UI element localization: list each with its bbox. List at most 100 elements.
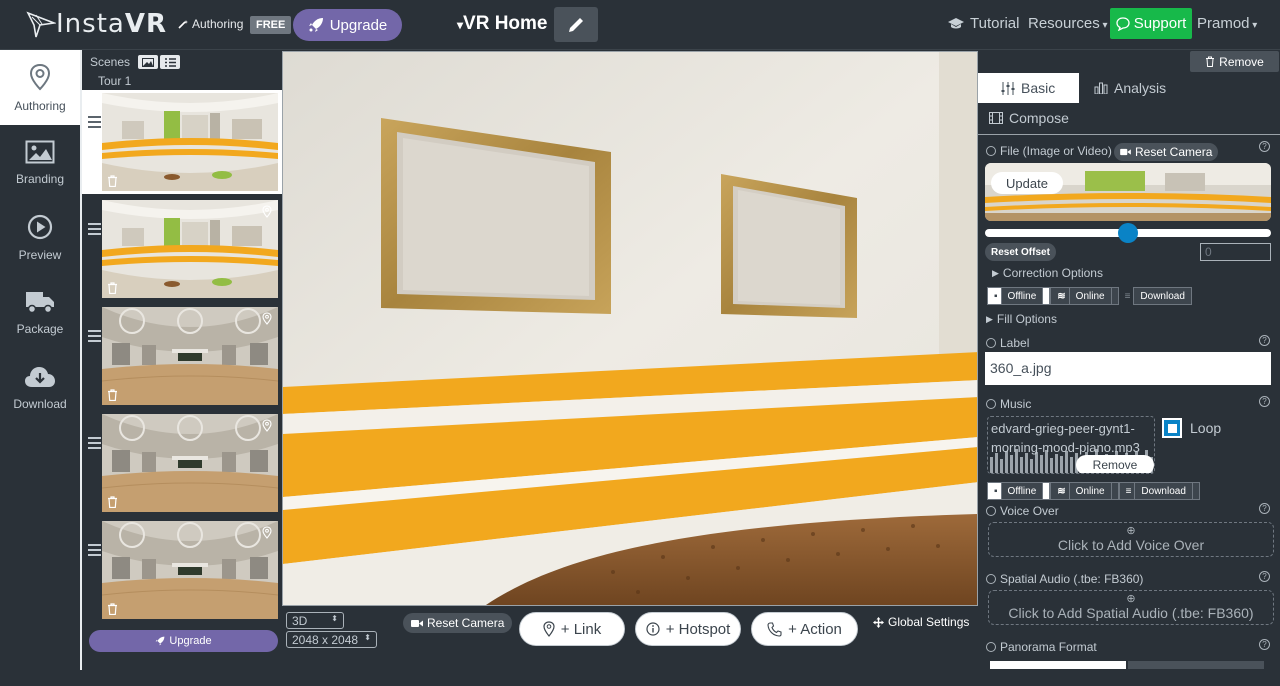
scene-label-input[interactable]: 360_a.jpg bbox=[985, 352, 1271, 385]
panorama-format-option-b[interactable] bbox=[1128, 661, 1264, 669]
fill-options-label: Fill Options bbox=[996, 312, 1057, 326]
tab-compose[interactable]: Compose bbox=[966, 103, 1076, 133]
loop-checkbox[interactable] bbox=[1162, 418, 1182, 438]
trash-icon[interactable] bbox=[107, 389, 118, 401]
drag-handle-icon[interactable] bbox=[88, 544, 101, 559]
spatial-audio-section-label: Spatial Audio (.tbe: FB360) bbox=[986, 572, 1143, 586]
stereo-mode-select[interactable]: 3D ⬍ bbox=[286, 612, 344, 629]
drag-handle-icon[interactable] bbox=[88, 437, 101, 452]
map-pin-icon bbox=[29, 63, 51, 90]
global-settings-button[interactable]: Global Settings bbox=[873, 615, 969, 629]
basic-settings-content: File (Image or Video) Reset Camera ? Upd… bbox=[978, 134, 1280, 686]
drag-handle-icon[interactable] bbox=[88, 330, 101, 345]
trash-icon[interactable] bbox=[107, 175, 118, 187]
nav-package[interactable]: Package bbox=[0, 275, 80, 350]
scenes-header: Scenes bbox=[90, 55, 181, 69]
remove-scene-button[interactable]: Remove bbox=[1190, 51, 1279, 72]
tab-analysis[interactable]: Analysis bbox=[1071, 73, 1181, 103]
add-action-label: + Action bbox=[788, 620, 842, 638]
help-icon[interactable]: ? bbox=[1259, 503, 1270, 514]
scenes-upgrade-button[interactable]: Upgrade bbox=[89, 630, 278, 652]
grid-view-button[interactable] bbox=[138, 55, 159, 69]
download-option-1[interactable]: ≡ Download bbox=[1119, 287, 1198, 305]
project-title-dropdown[interactable]: ▾VR Home bbox=[457, 13, 548, 35]
scene-item[interactable] bbox=[82, 304, 282, 408]
drag-handle-icon[interactable] bbox=[88, 223, 101, 238]
nav-branding[interactable]: Branding bbox=[0, 125, 80, 200]
scene-item[interactable] bbox=[82, 197, 282, 301]
user-menu[interactable]: Pramod ▾ bbox=[1197, 15, 1257, 32]
help-icon[interactable]: ? bbox=[1259, 639, 1270, 650]
check-circle-icon bbox=[986, 642, 996, 652]
panorama-format-option-a[interactable] bbox=[990, 661, 1126, 669]
help-icon[interactable]: ? bbox=[1259, 571, 1270, 582]
add-voice-over-dropzone[interactable]: ⊕ Click to Add Voice Over bbox=[988, 522, 1274, 557]
tutorial-label: Tutorial bbox=[970, 15, 1020, 32]
upgrade-button[interactable]: Upgrade bbox=[293, 9, 402, 41]
music-file-name-line1: edvard-grieg-peer-gynt1- bbox=[991, 421, 1135, 436]
reset-offset-button[interactable]: Reset Offset bbox=[985, 243, 1056, 261]
trash-icon[interactable] bbox=[107, 603, 118, 615]
reset-camera-file-button[interactable]: Reset Camera bbox=[1114, 143, 1219, 161]
panorama-viewport[interactable] bbox=[282, 51, 978, 606]
music-file-box: edvard-grieg-peer-gynt1- morning-mood-pi… bbox=[987, 416, 1155, 474]
scene-thumbnail[interactable] bbox=[102, 414, 278, 512]
update-file-button[interactable]: Update bbox=[991, 172, 1063, 194]
nav-package-label: Package bbox=[16, 321, 64, 336]
upgrade-button-label: Upgrade bbox=[329, 16, 388, 34]
offline-option-2[interactable]: ▪ Offline bbox=[987, 482, 1051, 500]
chat-bubble-icon bbox=[1116, 16, 1130, 31]
scene-item[interactable] bbox=[82, 518, 282, 622]
cube-icon: ▪ bbox=[994, 290, 998, 302]
scenes-title: Scenes bbox=[90, 55, 131, 69]
resolution-select[interactable]: 2048 x 2048 ⬍ bbox=[286, 631, 377, 648]
add-link-button[interactable]: + Link bbox=[519, 612, 625, 646]
online-option-1[interactable]: ≋ Online bbox=[1050, 287, 1119, 305]
graduation-cap-icon bbox=[948, 17, 964, 28]
offset-slider-thumb[interactable] bbox=[1118, 223, 1138, 243]
trash-icon[interactable] bbox=[107, 496, 118, 508]
sliders-icon bbox=[1001, 81, 1015, 95]
scene-thumbnail[interactable] bbox=[102, 200, 278, 298]
offline-label: Offline bbox=[1000, 482, 1044, 500]
tutorial-link[interactable]: Tutorial bbox=[948, 15, 1019, 32]
add-hotspot-button[interactable]: + Hotspot bbox=[635, 612, 741, 646]
offline-option-1[interactable]: ▪ Offline bbox=[987, 287, 1051, 305]
nav-authoring[interactable]: Authoring bbox=[0, 50, 80, 125]
resources-dropdown[interactable]: Resources ▾ bbox=[1028, 15, 1108, 32]
tab-basic[interactable]: Basic bbox=[978, 73, 1079, 103]
add-action-button[interactable]: + Action bbox=[751, 612, 858, 646]
fill-options-toggle[interactable]: ▶ Fill Options bbox=[986, 312, 1057, 326]
nav-preview[interactable]: Preview bbox=[0, 200, 80, 275]
scene-label-value: 360_a.jpg bbox=[990, 360, 1052, 376]
nav-download[interactable]: Download bbox=[0, 350, 80, 425]
scene-thumbnail[interactable] bbox=[102, 307, 278, 405]
scene-thumbnail[interactable] bbox=[102, 521, 278, 619]
help-icon[interactable]: ? bbox=[1259, 141, 1270, 152]
support-button[interactable]: Support bbox=[1110, 8, 1192, 39]
help-icon[interactable]: ? bbox=[1259, 396, 1270, 407]
scene-item[interactable] bbox=[82, 90, 282, 194]
help-icon[interactable]: ? bbox=[1259, 335, 1270, 346]
global-settings-label: Global Settings bbox=[888, 615, 970, 629]
map-pin-icon bbox=[543, 621, 555, 637]
check-circle-icon bbox=[986, 338, 996, 348]
offset-slider[interactable] bbox=[985, 223, 1271, 243]
database-icon: ≡ bbox=[1124, 290, 1131, 302]
add-spatial-audio-dropzone[interactable]: ⊕ Click to Add Spatial Audio (.tbe: FB36… bbox=[988, 590, 1274, 625]
drag-handle-icon[interactable] bbox=[88, 116, 101, 131]
offset-input[interactable]: 0 bbox=[1200, 243, 1271, 261]
trash-icon[interactable] bbox=[107, 282, 118, 294]
check-circle-icon bbox=[986, 506, 996, 516]
project-title: VR Home bbox=[463, 13, 548, 34]
reset-camera-button[interactable]: Reset Camera bbox=[403, 613, 513, 633]
correction-options-toggle[interactable]: ▶ Correction Options bbox=[992, 266, 1103, 280]
download-option-2[interactable]: ≡ Download bbox=[1118, 482, 1200, 500]
list-view-button[interactable] bbox=[160, 55, 181, 69]
online-option-2[interactable]: ≋ Online bbox=[1050, 482, 1119, 500]
scene-thumbnail[interactable] bbox=[102, 93, 278, 191]
edit-title-button[interactable] bbox=[554, 7, 598, 42]
remove-music-button[interactable]: Remove bbox=[1076, 455, 1154, 473]
scene-item[interactable] bbox=[82, 411, 282, 515]
instavr-logo[interactable]: InstaVR bbox=[26, 9, 167, 39]
